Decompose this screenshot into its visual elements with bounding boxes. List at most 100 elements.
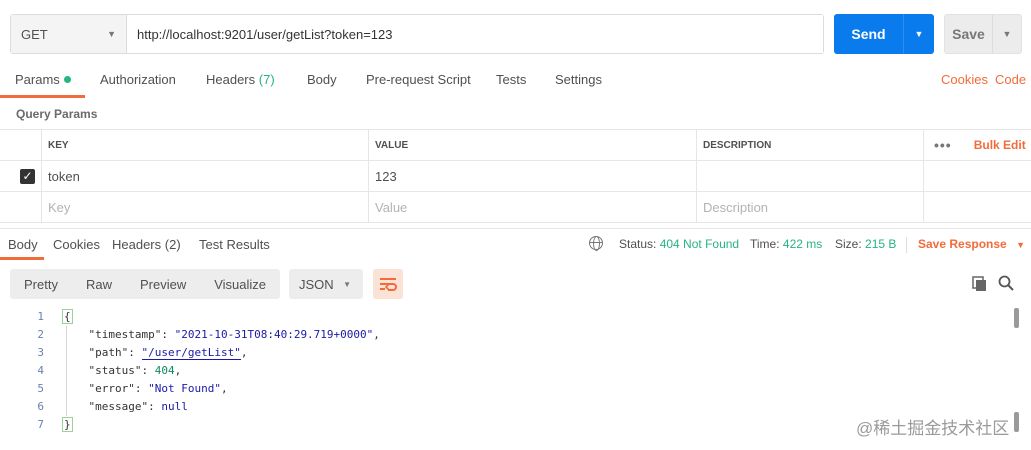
json-value: "2021-10-31T08:40:29.719+0000" bbox=[174, 328, 374, 341]
time-info: Time: 422 ms bbox=[750, 237, 822, 251]
method-select[interactable]: GET ▼ bbox=[11, 15, 127, 53]
active-dot-icon bbox=[63, 76, 71, 83]
param-value-cell[interactable]: 123 bbox=[368, 161, 696, 191]
tab-response-cookies[interactable]: Cookies bbox=[53, 237, 100, 252]
line-number: 2 bbox=[37, 328, 44, 341]
globe-icon[interactable] bbox=[589, 236, 603, 251]
request-tabs: Params Authorization Headers (7) Body Pr… bbox=[0, 66, 1031, 98]
column-header-value: VALUE bbox=[368, 130, 696, 160]
tab-params[interactable]: Params bbox=[15, 72, 71, 87]
value-input[interactable]: Value bbox=[368, 192, 696, 222]
empty-checkbox-cell bbox=[0, 192, 41, 222]
code-text: "path": "/user/getList", bbox=[88, 346, 248, 360]
url-input[interactable]: http://localhost:9201/user/getList?token… bbox=[127, 15, 823, 53]
table-header-row: KEY VALUE DESCRIPTION ••• Bulk Edit bbox=[0, 130, 1031, 161]
tab-headers-label: Headers bbox=[206, 72, 256, 87]
size-info: Size: 215 B bbox=[835, 237, 896, 251]
chevron-down-icon: ▼ bbox=[1016, 240, 1025, 250]
size-label: Size: bbox=[835, 237, 862, 251]
code-text: { bbox=[62, 308, 73, 326]
save-response-button[interactable]: Save Response ▼ bbox=[918, 237, 1025, 251]
view-visualize-button[interactable]: Visualize bbox=[200, 277, 280, 292]
more-options-icon[interactable]: ••• bbox=[934, 137, 952, 153]
code-text: "message": null bbox=[88, 400, 188, 413]
send-button-label: Send bbox=[834, 14, 904, 54]
param-actions-cell bbox=[923, 161, 1031, 191]
tab-headers[interactable]: Headers (7) bbox=[206, 72, 275, 87]
code-line: 3 "path": "/user/getList", bbox=[0, 344, 1031, 362]
json-key: "error" bbox=[88, 382, 135, 395]
key-input[interactable]: Key bbox=[41, 192, 368, 222]
active-response-tab-indicator bbox=[0, 257, 44, 260]
chevron-down-icon[interactable]: ▼ bbox=[993, 15, 1021, 53]
code-link[interactable]: Code bbox=[995, 72, 1026, 87]
table-row-empty: Key Value Description bbox=[0, 192, 1031, 223]
close-brace: } bbox=[62, 417, 73, 432]
scrollbar-thumb-bottom[interactable] bbox=[1014, 412, 1019, 432]
checkbox-checked-icon[interactable]: ✓ bbox=[20, 168, 35, 184]
request-bar: GET ▼ http://localhost:9201/user/getList… bbox=[10, 14, 824, 54]
code-text: "timestamp": "2021-10-31T08:40:29.719+00… bbox=[88, 328, 380, 341]
chevron-down-icon[interactable]: ▼ bbox=[904, 14, 934, 54]
cookies-link[interactable]: Cookies bbox=[941, 72, 988, 87]
size-value: 215 B bbox=[865, 237, 897, 251]
param-key-cell[interactable]: token bbox=[41, 161, 368, 191]
code-text: "status": 404, bbox=[88, 364, 182, 377]
line-number: 3 bbox=[37, 346, 44, 359]
empty-actions-cell bbox=[923, 192, 1031, 222]
tab-test-results[interactable]: Test Results bbox=[199, 237, 270, 252]
json-value: "Not Found" bbox=[148, 382, 221, 395]
chevron-down-icon: ▼ bbox=[107, 29, 116, 39]
watermark: @稀土掘金技术社区 bbox=[856, 419, 1010, 438]
copy-icon[interactable] bbox=[972, 276, 988, 292]
time-label: Time: bbox=[750, 237, 780, 251]
tab-response-headers-label: Headers bbox=[112, 237, 162, 252]
scrollbar-thumb[interactable] bbox=[1014, 308, 1019, 328]
wrap-lines-icon bbox=[380, 278, 397, 291]
view-mode-toolbar: Pretty Raw Preview Visualize bbox=[10, 269, 280, 299]
save-response-label: Save Response bbox=[918, 237, 1007, 251]
chevron-down-icon: ▼ bbox=[343, 279, 351, 289]
tab-prerequest-script[interactable]: Pre-request Script bbox=[366, 72, 471, 87]
line-number: 1 bbox=[37, 310, 44, 323]
bulk-edit-link[interactable]: Bulk Edit bbox=[974, 138, 1026, 152]
response-headers-count: (2) bbox=[164, 237, 181, 252]
description-input[interactable]: Description bbox=[696, 192, 923, 222]
param-description-cell[interactable] bbox=[696, 161, 923, 191]
tab-response-headers[interactable]: Headers (2) bbox=[112, 237, 181, 252]
view-raw-button[interactable]: Raw bbox=[72, 277, 126, 292]
comma: , bbox=[373, 328, 380, 341]
row-checkbox-cell: ✓ bbox=[0, 161, 41, 191]
query-params-table: KEY VALUE DESCRIPTION ••• Bulk Edit ✓ to… bbox=[0, 129, 1031, 223]
code-line: 1 { bbox=[0, 308, 1031, 326]
table-row: ✓ token 123 bbox=[0, 161, 1031, 192]
wrap-lines-button[interactable] bbox=[373, 269, 403, 299]
tab-tests[interactable]: Tests bbox=[496, 72, 526, 87]
json-key: "status" bbox=[88, 364, 142, 377]
json-key: "path" bbox=[88, 346, 129, 359]
json-key: "message" bbox=[88, 400, 149, 413]
code-text: "error": "Not Found", bbox=[88, 382, 228, 395]
line-number: 4 bbox=[37, 364, 44, 377]
tab-settings[interactable]: Settings bbox=[555, 72, 602, 87]
send-button[interactable]: Send ▼ bbox=[834, 14, 934, 54]
code-line: 5 "error": "Not Found", bbox=[0, 380, 1031, 398]
tab-body[interactable]: Body bbox=[307, 72, 337, 87]
code-line: 4 "status": 404, bbox=[0, 362, 1031, 380]
view-preview-button[interactable]: Preview bbox=[126, 277, 200, 292]
code-text: } bbox=[62, 416, 73, 434]
tab-params-label: Params bbox=[15, 72, 60, 87]
format-select[interactable]: JSON ▼ bbox=[289, 269, 363, 299]
format-label: JSON bbox=[299, 276, 334, 292]
view-pretty-button[interactable]: Pretty bbox=[10, 276, 72, 292]
tab-response-body[interactable]: Body bbox=[8, 237, 38, 252]
json-value-link[interactable]: "/user/getList" bbox=[141, 346, 241, 360]
save-button[interactable]: Save ▼ bbox=[944, 14, 1022, 54]
comma: , bbox=[240, 346, 248, 359]
tab-authorization[interactable]: Authorization bbox=[100, 72, 176, 87]
comma: , bbox=[174, 364, 182, 377]
search-icon[interactable] bbox=[998, 275, 1014, 291]
query-params-title: Query Params bbox=[16, 107, 98, 121]
status-label: Status: bbox=[619, 237, 657, 251]
header-actions: ••• Bulk Edit bbox=[923, 130, 1031, 160]
